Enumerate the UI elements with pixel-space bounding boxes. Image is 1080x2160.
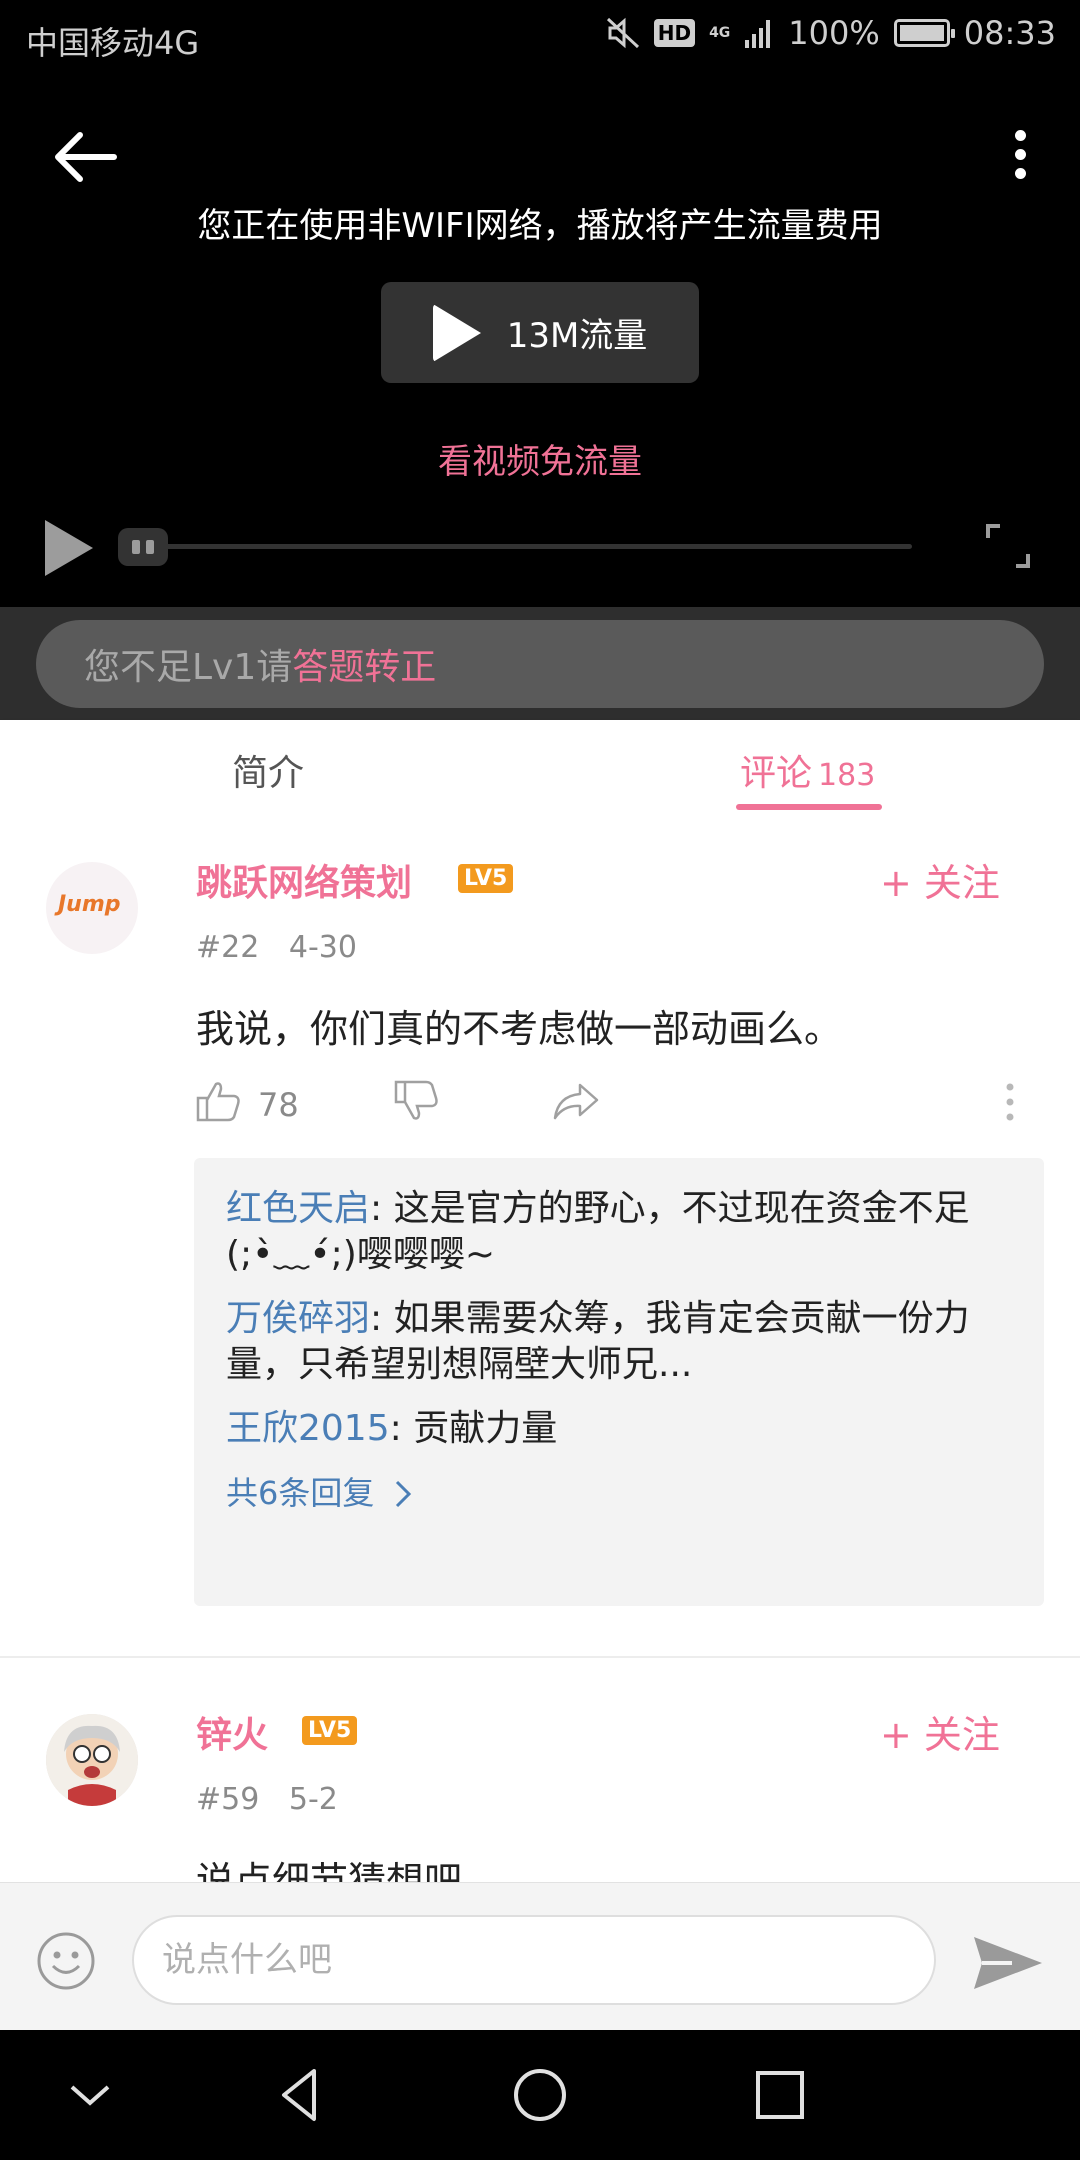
hd-badge: HD bbox=[653, 19, 696, 47]
status-bar: 中国移动4G HD 4G 100% 08:33 bbox=[0, 0, 1080, 76]
reply-item: 王欣2015: 贡献力量 bbox=[226, 1406, 1012, 1452]
comment-meta: #22 4-30 bbox=[196, 930, 357, 965]
player-play-icon[interactable] bbox=[45, 520, 93, 576]
battery-percent: 100% bbox=[788, 14, 880, 52]
chevron-down-icon[interactable] bbox=[60, 2065, 120, 2125]
comment-list[interactable]: Jump 跳跃网络策划 LV5 + 关注 #22 4-30 我说，你们真的不考虑… bbox=[0, 812, 1080, 1882]
network-type: 4G bbox=[709, 25, 731, 41]
play-icon bbox=[432, 303, 481, 362]
share-icon[interactable] bbox=[552, 1082, 600, 1120]
mute-icon bbox=[606, 17, 639, 49]
replies-box[interactable]: 红色天启: 这是官方的野心，不过现在资金不足(;•̀﹏•́;)嘤嘤嘤~ 万俟碎羽… bbox=[194, 1158, 1044, 1606]
carrier-label: 中国移动4G bbox=[26, 24, 200, 62]
more-replies-label: 共6条回复 bbox=[226, 1474, 375, 1512]
comment-text: 说点细节猜想吧 bbox=[196, 1859, 463, 1882]
progress-handle[interactable] bbox=[118, 528, 168, 566]
reply-item: 红色天启: 这是官方的野心，不过现在资金不足(;•̀﹏•́;)嘤嘤嘤~ bbox=[226, 1186, 1012, 1278]
comment-input-bar bbox=[0, 1882, 1080, 2030]
play-with-data-label: 13M流量 bbox=[506, 316, 648, 356]
fullscreen-icon[interactable] bbox=[984, 522, 1032, 570]
thumbs-down-icon[interactable] bbox=[394, 1080, 440, 1122]
progress-bar[interactable] bbox=[130, 544, 912, 549]
nav-recents-icon[interactable] bbox=[750, 2065, 810, 2125]
answer-quiz-pill[interactable]: 您不足Lv1请 答题转正 bbox=[36, 620, 1044, 708]
reply-username[interactable]: 万俟碎羽 bbox=[226, 1298, 370, 1339]
send-icon[interactable] bbox=[972, 1933, 1044, 1993]
status-icons: HD 4G 100% 08:33 bbox=[606, 14, 1056, 52]
comment-actions: 78 bbox=[196, 1078, 1036, 1128]
comment-more-icon[interactable] bbox=[1004, 1082, 1016, 1122]
comment-text: 我说，你们真的不考虑做一部动画么。 bbox=[196, 1007, 843, 1051]
reply-username[interactable]: 红色天启 bbox=[226, 1188, 370, 1229]
nonwifi-warning: 您正在使用非WIFI网络，播放将产生流量费用 bbox=[197, 206, 883, 246]
follow-button[interactable]: + 关注 bbox=[880, 1704, 1000, 1759]
nav-back-icon[interactable] bbox=[270, 2065, 330, 2125]
reply-item: 万俟碎羽: 如果需要众筹，我肯定会贡献一份力量，只希望别想隔壁大师兄... bbox=[226, 1296, 1012, 1388]
play-with-data-button[interactable]: 13M流量 bbox=[381, 282, 699, 383]
nav-home-icon[interactable] bbox=[510, 2065, 570, 2125]
thumbs-up-icon[interactable] bbox=[196, 1080, 242, 1122]
more-options-icon[interactable] bbox=[1000, 130, 1040, 184]
chevron-right-icon bbox=[395, 1480, 411, 1508]
comment-username[interactable]: 锌火 bbox=[196, 1706, 268, 1758]
comment-meta: #59 5-2 bbox=[196, 1782, 338, 1817]
more-replies-link[interactable]: 共6条回复 bbox=[226, 1470, 1012, 1516]
active-tab-indicator bbox=[736, 804, 882, 810]
level-badge: LV5 bbox=[302, 1716, 358, 1745]
avatar[interactable] bbox=[46, 1714, 138, 1806]
content-tabs: 简介 评论 183 bbox=[0, 720, 1080, 812]
tab-comments[interactable]: 评论 183 bbox=[740, 744, 875, 796]
follow-button[interactable]: + 关注 bbox=[880, 852, 1000, 907]
signal-icon bbox=[745, 20, 771, 48]
comment-input[interactable] bbox=[132, 1915, 936, 2005]
avatar-image bbox=[46, 1714, 138, 1806]
banner-prefix: 您不足Lv1请 bbox=[84, 647, 293, 688]
tab-comments-label: 评论 bbox=[740, 753, 813, 794]
video-player[interactable]: 中国移动4G HD 4G 100% 08:33 您正在使用非WIFI网络，播放将… bbox=[0, 0, 1080, 607]
tab-intro[interactable]: 简介 bbox=[232, 744, 304, 796]
battery-icon bbox=[893, 19, 955, 47]
free-traffic-link[interactable]: 看视频免流量 bbox=[0, 434, 1080, 483]
like-count: 78 bbox=[258, 1086, 299, 1124]
comments-count: 183 bbox=[818, 758, 876, 793]
comment-item: Jump 跳跃网络策划 LV5 + 关注 #22 4-30 我说，你们真的不考虑… bbox=[0, 812, 1080, 1658]
comment-date: 4-30 bbox=[288, 930, 357, 965]
system-nav-bar bbox=[0, 2030, 1080, 2160]
reply-username[interactable]: 王欣2015 bbox=[226, 1408, 390, 1449]
back-arrow-icon[interactable] bbox=[50, 126, 120, 188]
avatar[interactable]: Jump bbox=[46, 862, 138, 954]
reply-text: : 贡献力量 bbox=[389, 1408, 558, 1449]
comment-floor: #22 bbox=[196, 930, 260, 965]
emoji-icon[interactable] bbox=[36, 1931, 96, 1991]
clock: 08:33 bbox=[963, 14, 1056, 52]
level-badge: LV5 bbox=[458, 864, 514, 893]
answer-quiz-link[interactable]: 答题转正 bbox=[292, 638, 436, 690]
comment-date: 5-2 bbox=[288, 1782, 338, 1817]
avatar-logo-text: Jump bbox=[58, 892, 121, 917]
comment-floor: #59 bbox=[196, 1782, 260, 1817]
comment-username[interactable]: 跳跃网络策划 bbox=[196, 854, 412, 906]
level-banner: 您不足Lv1请 答题转正 bbox=[0, 607, 1080, 720]
